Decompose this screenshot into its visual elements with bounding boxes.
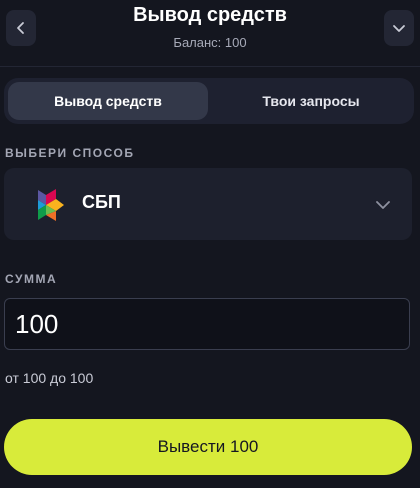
page-title: Вывод средств	[133, 4, 287, 26]
menu-button[interactable]	[384, 10, 414, 46]
tab-requests[interactable]: Твои запросы	[212, 82, 410, 120]
amount-section-label: СУММА	[5, 272, 58, 286]
chevron-down-icon	[393, 25, 405, 32]
method-select[interactable]: СБП	[4, 168, 412, 240]
sbp-logo-icon	[38, 189, 64, 221]
tab-bar: Вывод средств Твои запросы	[4, 78, 414, 124]
method-name: СБП	[82, 192, 121, 212]
amount-input[interactable]	[4, 298, 410, 350]
withdraw-screen: Вывод средств Баланс: 100 Вывод средств …	[0, 0, 420, 488]
method-section-label: ВЫБЕРИ СПОСОБ	[5, 146, 135, 160]
tab-withdraw[interactable]: Вывод средств	[8, 82, 208, 120]
balance-text: Баланс: 100	[173, 35, 247, 50]
withdraw-button[interactable]: Вывести 100	[4, 419, 412, 475]
amount-range-hint: от 100 до 100	[5, 370, 94, 386]
header: Вывод средств Баланс: 100	[0, 0, 420, 62]
chevron-down-icon	[376, 201, 390, 209]
header-divider	[0, 66, 420, 67]
